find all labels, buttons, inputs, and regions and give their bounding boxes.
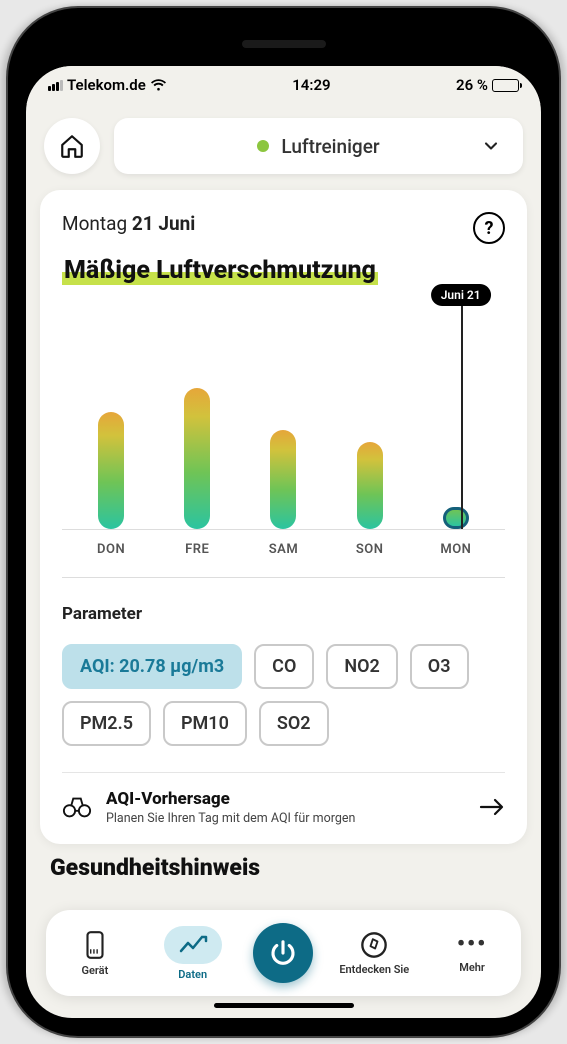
- question-icon: ?: [485, 218, 494, 239]
- carrier-label: Telekom.de: [67, 76, 146, 94]
- bar-label: SON: [346, 542, 394, 557]
- bar-sam[interactable]: [259, 430, 307, 529]
- battery-percent: 26 %: [456, 76, 488, 94]
- aqi-chart: Juni 21 DON FRE SAM SON MON: [62, 330, 505, 578]
- nav-data[interactable]: Daten: [156, 926, 230, 981]
- chip-no2[interactable]: NO2: [326, 644, 397, 689]
- forecast-title: AQI-Vorhersage: [106, 789, 465, 809]
- wifi-icon: [150, 79, 167, 92]
- nav-device[interactable]: Gerät: [58, 930, 132, 977]
- binoculars-icon: [62, 795, 92, 819]
- compass-icon: [360, 931, 388, 959]
- status-time: 14:29: [292, 76, 330, 94]
- parameter-heading: Parameter: [62, 604, 505, 624]
- battery-icon: [492, 79, 519, 92]
- forecast-subtitle: Planen Sie Ihren Tag mit dem AQI für mor…: [106, 811, 465, 826]
- parameter-chips: AQI: 20.78 µg/m3 CO NO2 O3 PM2.5 PM10 SO…: [62, 644, 505, 746]
- chevron-down-icon: [481, 136, 501, 156]
- day-label: Montag: [62, 212, 127, 235]
- chip-co[interactable]: CO: [254, 644, 314, 689]
- bar-don[interactable]: [87, 412, 135, 529]
- card-header: Montag 21 Juni ?: [62, 212, 505, 244]
- date-label: 21 Juni: [132, 212, 195, 235]
- nav-discover-label: Entdecken Sie: [339, 963, 409, 976]
- chart-marker-line: [461, 298, 463, 529]
- forecast-row[interactable]: AQI-Vorhersage Planen Sie Ihren Tag mit …: [62, 772, 505, 826]
- signal-icon: [48, 80, 63, 91]
- device-selector[interactable]: Luftreiniger: [114, 118, 523, 174]
- chip-o3[interactable]: O3: [410, 644, 469, 689]
- forecast-arrow-button[interactable]: [479, 797, 505, 817]
- bar-label: DON: [87, 542, 135, 557]
- trend-icon: [164, 926, 222, 964]
- headline: Mäßige Luftverschmutzung: [62, 256, 378, 285]
- forecast-text: AQI-Vorhersage Planen Sie Ihren Tag mit …: [106, 789, 465, 826]
- chip-aqi[interactable]: AQI: 20.78 µg/m3: [62, 644, 242, 689]
- status-left: Telekom.de: [48, 76, 167, 94]
- nav-more[interactable]: ••• Mehr: [435, 932, 509, 974]
- phone-speaker: [242, 40, 326, 48]
- status-dot-icon: [257, 140, 269, 152]
- bottom-nav: Gerät Daten Entdecken Sie ••• Mehr: [46, 910, 521, 996]
- bar-son[interactable]: [346, 442, 394, 528]
- home-button[interactable]: [44, 118, 100, 174]
- bar-label: SAM: [259, 542, 307, 557]
- chart-bars-area[interactable]: Juni 21: [62, 330, 505, 530]
- chip-so2[interactable]: SO2: [259, 701, 329, 746]
- date-line: Montag 21 Juni: [62, 212, 195, 235]
- nav-discover[interactable]: Entdecken Sie: [337, 931, 411, 976]
- aqi-card: Montag 21 Juni ? Mäßige Luftverschmutzun…: [40, 190, 527, 844]
- app-screen: Telekom.de 14:29 26 % Luftreiniger: [26, 66, 541, 1018]
- power-icon: [268, 938, 298, 968]
- bar-label: FRE: [173, 542, 221, 557]
- nav-data-label: Daten: [178, 968, 207, 981]
- bar-mon[interactable]: [432, 507, 480, 529]
- chip-pm25[interactable]: PM2.5: [62, 701, 151, 746]
- bar-fre[interactable]: [173, 388, 221, 528]
- phone-frame: Telekom.de 14:29 26 % Luftreiniger: [8, 8, 559, 1036]
- nav-device-label: Gerät: [81, 964, 108, 977]
- chip-pm10[interactable]: PM10: [163, 701, 247, 746]
- arrow-right-icon: [479, 797, 505, 817]
- status-right: 26 %: [456, 76, 519, 94]
- device-icon: [82, 930, 108, 960]
- chart-marker-label: Juni 21: [431, 284, 491, 306]
- device-selector-label: Luftreiniger: [281, 135, 379, 158]
- more-icon: •••: [457, 932, 487, 957]
- home-icon: [59, 133, 85, 159]
- status-bar: Telekom.de 14:29 26 %: [26, 66, 541, 104]
- help-button[interactable]: ?: [473, 212, 505, 244]
- power-button[interactable]: [253, 923, 313, 983]
- chart-category-labels: DON FRE SAM SON MON: [62, 542, 505, 578]
- home-indicator: [214, 1003, 354, 1008]
- nav-more-label: Mehr: [459, 961, 485, 974]
- top-controls: Luftreiniger: [26, 104, 541, 190]
- next-section-heading: Gesundheitshinweis: [26, 848, 541, 881]
- bar-label: MON: [432, 542, 480, 557]
